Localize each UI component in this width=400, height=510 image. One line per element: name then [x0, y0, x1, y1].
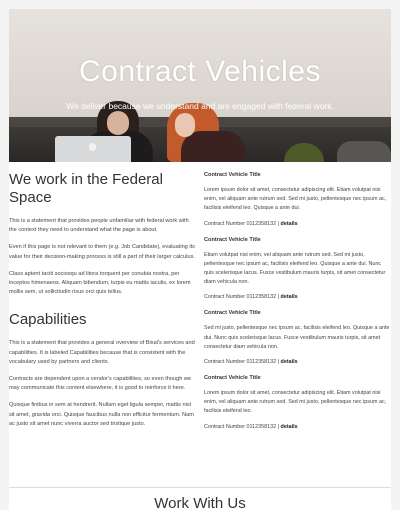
page: Contract Vehicles We deliver because we …	[9, 9, 391, 510]
contract-vehicle-description: Lorem ipsum dolor sit amet, consectetur …	[204, 390, 387, 415]
contract-vehicle-item: Contract Vehicle Title Sed mi justo, pel…	[204, 309, 391, 367]
capabilities-paragraph: This is a statement that provides a gene…	[9, 340, 195, 365]
details-link[interactable]: details	[281, 294, 298, 300]
contract-number-text: Contract Number 0112358132 |	[204, 423, 280, 430]
contract-number: Contract Number 0112358132 | details	[204, 293, 391, 302]
federal-heading: We work in the Federal Space	[9, 171, 163, 206]
contract-vehicle-title: Contract Vehicle Title	[204, 375, 261, 382]
contract-vehicle-title: Contract Vehicle Title	[204, 172, 261, 178]
federal-paragraph: Class aptent taciti sociosqu ad litora t…	[9, 270, 191, 296]
contract-vehicle-title: Contract Vehicle Title	[204, 236, 261, 243]
hero-person-left-face	[107, 111, 129, 135]
contract-vehicle-title: Contract Vehicle Title	[204, 310, 261, 317]
capabilities-paragraph: Contracts are dependent upon a vendor's …	[9, 376, 192, 392]
capabilities-heading: Capabilities	[9, 311, 87, 329]
details-link[interactable]: details	[281, 359, 298, 365]
capabilities-paragraph: Quisque finibus in sem at hendrerit. Nul…	[9, 402, 194, 427]
hero-banner: Contract Vehicles We deliver because we …	[9, 9, 391, 162]
contract-number: Contract Number 0112358132 | details	[204, 423, 391, 432]
contract-vehicle-description: Lorem ipsum dolor sit amet, consectetur …	[204, 187, 387, 212]
federal-paragraph: Even if this page is not relevant to the…	[9, 244, 195, 260]
work-with-us-heading: Work With Us	[154, 495, 246, 510]
contract-vehicles-list: Contract Vehicle Title Lorem ipsum dolor…	[204, 171, 391, 439]
contract-vehicle-item: Contract Vehicle Title Lorem ipsum dolor…	[204, 171, 391, 229]
hero-person-right	[181, 131, 245, 162]
contract-vehicle-item: Contract Vehicle Title Lorem ipsum dolor…	[204, 374, 391, 432]
contract-number-text: Contract Number 0112358132 |	[204, 359, 280, 366]
federal-paragraph: This is a statement that provides people…	[9, 218, 189, 234]
contract-number-text: Contract Number 0112358132 |	[204, 220, 280, 227]
section-divider	[9, 487, 391, 488]
hero-subtitle: We deliver because we understand and are…	[66, 101, 334, 111]
contract-number-text: Contract Number 0112358132 |	[204, 294, 280, 301]
apple-logo-icon	[89, 143, 96, 151]
hero-chair	[337, 141, 391, 162]
contract-number: Contract Number 0112358132 | details	[204, 220, 391, 229]
contract-vehicle-item: Contract Vehicle Title Etiam volutpat ni…	[204, 236, 391, 303]
details-link[interactable]: details	[281, 221, 298, 227]
details-link[interactable]: details	[281, 424, 298, 430]
contract-vehicle-description: Etiam volutpat nisi enim, vel aliquam an…	[204, 251, 386, 286]
page-title: Contract Vehicles	[79, 55, 321, 88]
hero-person-right-face	[175, 113, 195, 137]
contract-number: Contract Number 0112358132 | details	[204, 358, 391, 367]
contract-vehicle-description: Sed mi justo, pellentesque nec ipsum ac,…	[204, 325, 390, 350]
left-column: We work in the Federal Space This is a s…	[9, 171, 196, 437]
